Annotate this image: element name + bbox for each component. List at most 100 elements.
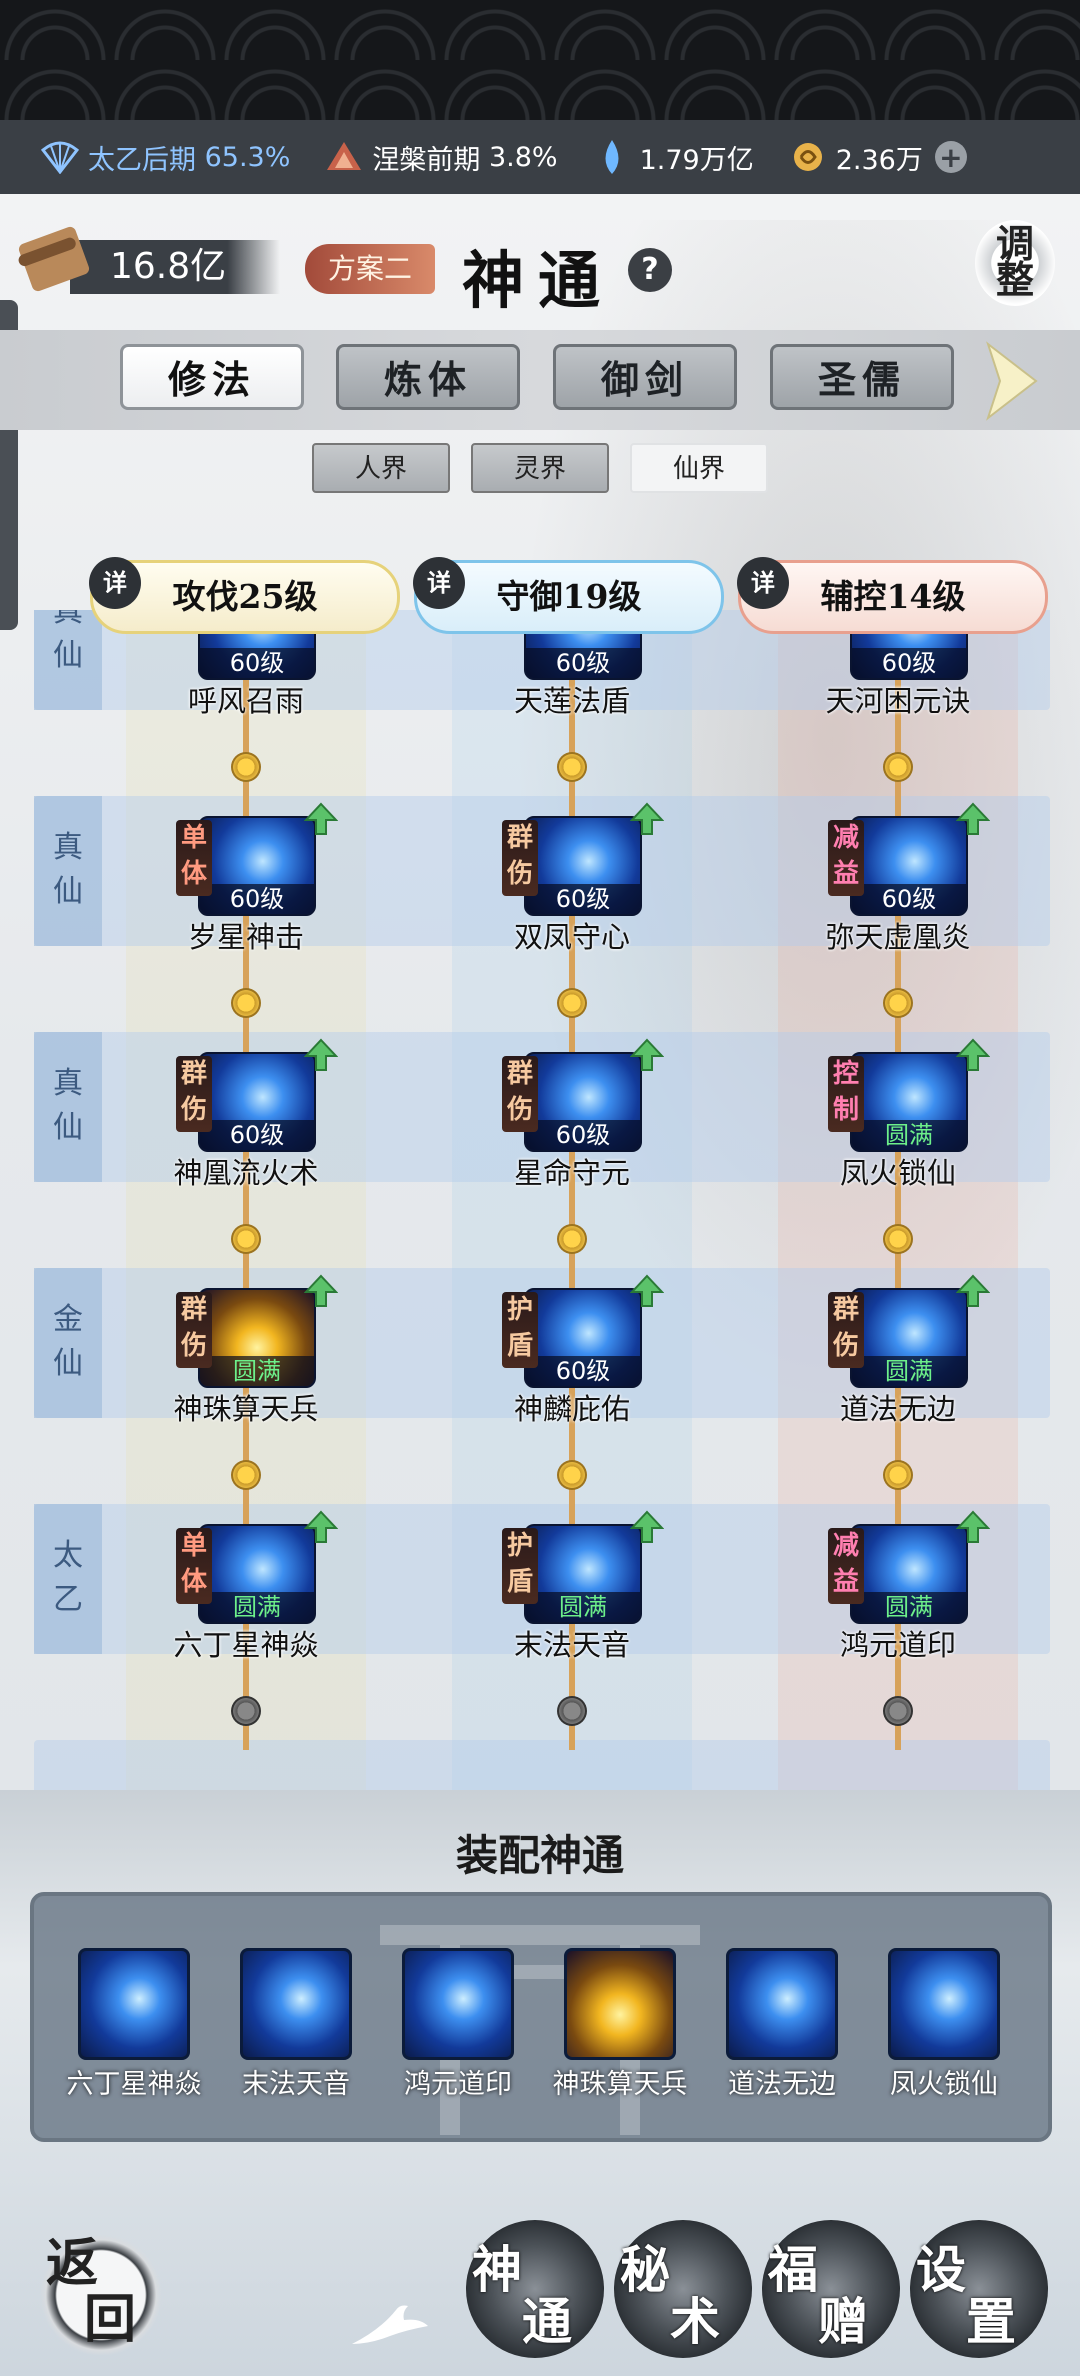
skill-icon[interactable]: 圆满 bbox=[198, 1288, 316, 1388]
detail-button[interactable]: 详 bbox=[413, 557, 465, 609]
chevron-right-icon[interactable] bbox=[982, 340, 1042, 422]
coin-icon bbox=[788, 137, 828, 177]
plan-selector[interactable]: 方案二 bbox=[305, 244, 435, 294]
equipped-skill-icon[interactable] bbox=[888, 1948, 1000, 2060]
skill-node bbox=[231, 988, 261, 1018]
equipped-skill-name: 鸿元道印 bbox=[404, 2069, 512, 2100]
nav-mishu-button[interactable]: 秘术 bbox=[614, 2220, 752, 2358]
skill-icon[interactable]: 60级 bbox=[524, 1052, 642, 1152]
skill-type-tag: 减益 bbox=[828, 1528, 864, 1604]
skill-card[interactable]: 圆满 护盾末法天音 bbox=[452, 1510, 692, 1674]
skill-icon[interactable]: 圆满 bbox=[198, 1524, 316, 1624]
equipped-skill-name: 神珠算天兵 bbox=[552, 2069, 688, 2100]
skill-card[interactable]: 圆满 群伤 神珠算天兵 bbox=[126, 1274, 366, 1438]
equipped-skill-icon[interactable] bbox=[564, 1948, 676, 2060]
skill-icon[interactable]: 圆满 bbox=[524, 1524, 642, 1624]
nav-label-top: 神 bbox=[472, 2240, 522, 2299]
skill-card[interactable]: 圆满 群伤 道法无边 bbox=[778, 1274, 1018, 1438]
equipped-skill-icon[interactable] bbox=[78, 1948, 190, 2060]
upgrade-arrow-icon bbox=[629, 1274, 665, 1308]
upgrade-arrow-icon bbox=[955, 1510, 991, 1544]
skill-node bbox=[557, 752, 587, 782]
skill-icon[interactable]: 60级 bbox=[524, 1288, 642, 1388]
tab-xiufa[interactable]: 修法 bbox=[120, 344, 304, 410]
detail-button[interactable]: 详 bbox=[89, 557, 141, 609]
back-button[interactable]: 返 回 bbox=[36, 2230, 166, 2360]
skill-node bbox=[883, 752, 913, 782]
equipped-skill-name: 凤火锁仙 bbox=[890, 2069, 998, 2100]
equipped-skill[interactable]: 末法天音 bbox=[216, 1948, 376, 2108]
skill-node bbox=[557, 1696, 587, 1726]
nav-label-bottom: 赠 bbox=[818, 2292, 868, 2351]
skill-card[interactable]: 60级 群伤 双凤守心 bbox=[452, 802, 692, 966]
resource-bar: 太乙后期 65.3% 涅槃前期 3.8% 1.79万亿 2.36万 + bbox=[0, 120, 1080, 194]
equipped-skill-icon[interactable] bbox=[726, 1948, 838, 2060]
equipped-skill-icon[interactable] bbox=[240, 1948, 352, 2060]
stage-text: 太乙 bbox=[53, 1538, 83, 1617]
skill-card[interactable]: 60级 单体 岁星神击 bbox=[126, 802, 366, 966]
tab-shengru[interactable]: 圣儒 bbox=[770, 344, 954, 410]
nav-fuzeng-button[interactable]: 福赠 bbox=[762, 2220, 900, 2358]
equipped-skill[interactable]: 神珠算天兵 bbox=[540, 1948, 700, 2108]
skill-icon[interactable]: 60级 bbox=[850, 816, 968, 916]
nav-shentong-button[interactable]: 神通 bbox=[466, 2220, 604, 2358]
nav-label-bottom: 通 bbox=[522, 2292, 572, 2351]
detail-button[interactable]: 详 bbox=[737, 557, 789, 609]
equipped-skill[interactable]: 凤火锁仙 bbox=[864, 1948, 1024, 2108]
skill-name: 末法天音 bbox=[513, 1628, 630, 1662]
equipped-skill[interactable]: 道法无边 bbox=[702, 1948, 862, 2108]
equipped-skill[interactable]: 鸿元道印 bbox=[378, 1948, 538, 2108]
equipped-skill-name: 末法天音 bbox=[242, 2069, 350, 2100]
category-label: 守御19级 bbox=[496, 577, 642, 616]
skill-card[interactable]: 60级 护盾神麟庇佑 bbox=[452, 1274, 692, 1438]
realm-spirit[interactable]: 灵界 bbox=[471, 443, 609, 493]
realm-immortal[interactable]: 仙界 bbox=[630, 443, 768, 493]
skill-type-tag: 控制 bbox=[828, 1056, 864, 1132]
skill-icon[interactable]: 圆满 bbox=[850, 1524, 968, 1624]
equipped-skill[interactable]: 六丁星神焱 bbox=[54, 1948, 214, 2108]
skill-level: 圆满 bbox=[852, 1592, 966, 1622]
skill-card[interactable]: 圆满 控制 凤火锁仙 bbox=[778, 1038, 1018, 1202]
skill-type-tag: 群伤 bbox=[502, 820, 538, 896]
skill-card[interactable]: 圆满 单体 六丁星神焱 bbox=[126, 1510, 366, 1674]
resource-coin: 2.36万 + bbox=[788, 137, 967, 177]
realm-human[interactable]: 人界 bbox=[312, 443, 450, 493]
back-label-top: 返 bbox=[46, 2233, 99, 2294]
flame-icon bbox=[324, 137, 364, 177]
equipped-skill-icon[interactable] bbox=[402, 1948, 514, 2060]
category-support[interactable]: 详 辅控14级 bbox=[737, 557, 1048, 634]
top-wave-decoration bbox=[0, 0, 1080, 120]
skill-card[interactable]: 60级 群伤 星命守元 bbox=[452, 1038, 692, 1202]
skill-type-tag: 护盾 bbox=[502, 1292, 538, 1368]
tab-yujian[interactable]: 御剑 bbox=[553, 344, 737, 410]
skill-icon[interactable]: 圆满 bbox=[850, 1288, 968, 1388]
skill-type-tag: 单体 bbox=[176, 1528, 212, 1604]
equip-title: 装配神通 bbox=[455, 1831, 624, 1880]
skill-name: 神麟庇佑 bbox=[513, 1392, 630, 1426]
skill-name: 呼风召雨 bbox=[187, 684, 304, 718]
adjust-button[interactable]: 调 整 bbox=[975, 220, 1055, 306]
category-defense[interactable]: 详 守御19级 bbox=[413, 557, 724, 634]
stage-label: 太乙 bbox=[34, 1504, 102, 1654]
stage-label: 真仙 bbox=[34, 610, 102, 710]
help-button[interactable]: ? bbox=[628, 248, 672, 292]
skill-node bbox=[883, 1460, 913, 1490]
skill-icon[interactable]: 60级 bbox=[198, 1052, 316, 1152]
skill-icon[interactable]: 圆满 bbox=[850, 1052, 968, 1152]
skill-icon[interactable]: 60级 bbox=[198, 816, 316, 916]
skill-type-tag: 群伤 bbox=[828, 1292, 864, 1368]
nav-shezhi-button[interactable]: 设置 bbox=[910, 2220, 1048, 2358]
stage-label: 金仙 bbox=[34, 1268, 102, 1418]
skill-card[interactable]: 圆满 减益 鸿元道印 bbox=[778, 1510, 1018, 1674]
skill-node bbox=[231, 752, 261, 782]
skill-card[interactable]: 60级 减益 弥天虚凰炎 bbox=[778, 802, 1018, 966]
skill-icon[interactable]: 60级 bbox=[524, 816, 642, 916]
upgrade-arrow-icon bbox=[303, 1510, 339, 1544]
skill-card[interactable]: 60级 群伤 神凰流火术 bbox=[126, 1038, 366, 1202]
skill-type-tag: 护盾 bbox=[502, 1528, 538, 1604]
skill-type-tag: 减益 bbox=[828, 820, 864, 896]
skill-type-tag: 群伤 bbox=[176, 1292, 212, 1368]
tab-lianti[interactable]: 炼体 bbox=[336, 344, 520, 410]
category-attack[interactable]: 详 攻伐25级 bbox=[89, 557, 400, 634]
add-currency-button[interactable]: + bbox=[934, 141, 967, 174]
